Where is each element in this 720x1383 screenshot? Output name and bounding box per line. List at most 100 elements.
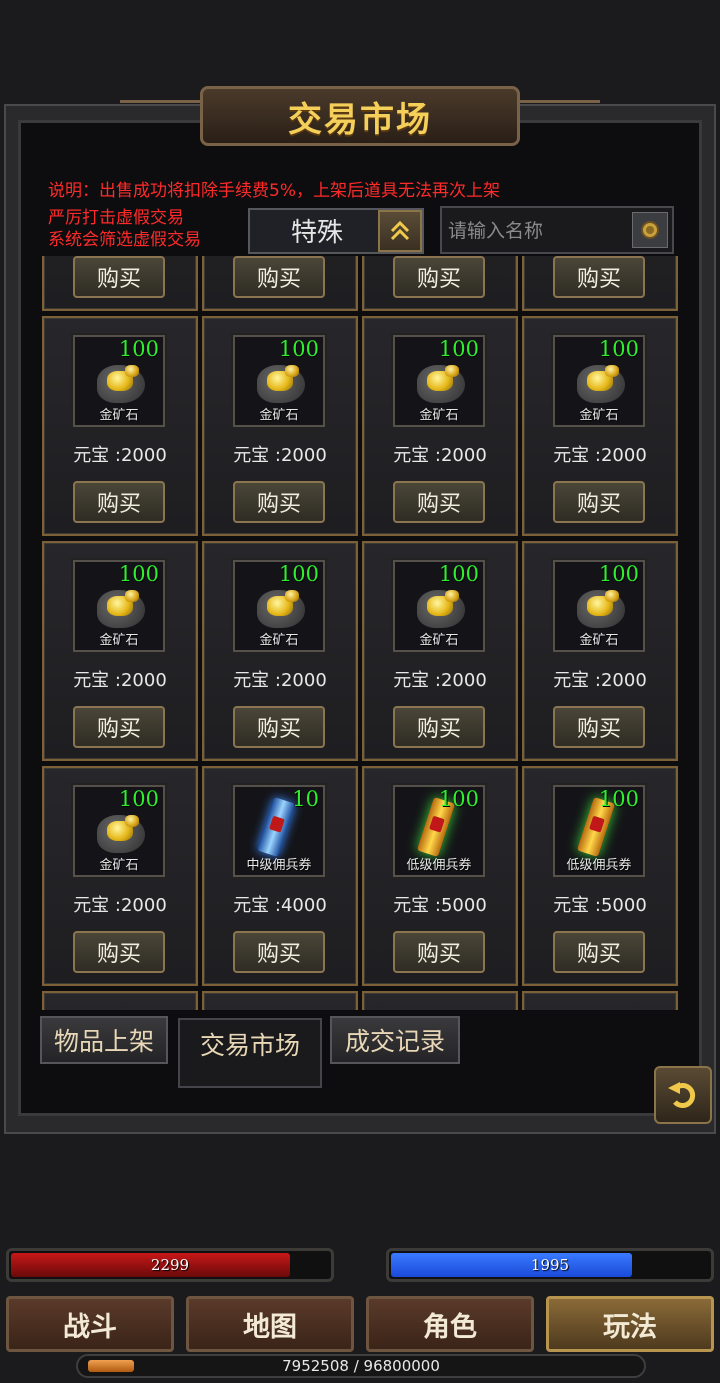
tab-list-item[interactable]: 物品上架 [40,1016,168,1064]
item-slot[interactable]: 10 中级佣兵券 [231,783,327,879]
gold-ore-icon [417,584,467,628]
item-quantity: 100 [438,562,479,586]
item-quantity: 100 [598,337,639,361]
gold-ore-icon [577,584,627,628]
item-card[interactable]: 100 金矿石 元宝 :2000 购买 [362,316,518,536]
item-slot[interactable]: 100 低级佣兵券 [391,783,487,879]
item-slot[interactable]: 100 金矿石 [231,558,327,654]
buy-button[interactable]: 购买 [553,706,645,748]
buy-button[interactable]: 购买 [73,481,165,523]
item-card[interactable]: 100 低级佣兵券元宝 :5000 购买 [362,766,518,986]
item-name: 金矿石 [579,408,619,423]
item-slot[interactable]: 100 金矿石 [71,558,167,654]
buy-button[interactable]: 购买 [553,931,645,973]
tab-trade-records[interactable]: 成交记录 [330,1016,460,1064]
item-card[interactable]: 100 金矿石 元宝 :2000 购买 [362,541,518,761]
tab-market[interactable]: 交易市场 [178,1018,322,1088]
title-plate: 交易市场 [200,86,520,146]
nav-label: 战斗 [63,1311,117,1343]
item-card[interactable]: 100 金矿石元宝 :2000 购买 [202,316,358,536]
category-toggle-button[interactable] [378,210,422,252]
item-name: 金矿石 [579,633,619,648]
nav-gameplay[interactable]: 玩法 [546,1296,714,1352]
buy-button[interactable]: 购买 [233,256,325,298]
tab-label: 成交记录 [344,1027,445,1056]
item-slot[interactable]: 100 金矿石 [231,333,327,429]
hp-value: 2299 [150,1256,190,1274]
item-quantity: 100 [118,562,159,586]
item-card-partial: 购买 [202,256,358,311]
item-name: 金矿石 [99,858,139,873]
item-grid[interactable]: 购买 购买 购买 购买 100 金矿石 元宝 :2000 购买 100 金矿石 元宝 :2000 购买… [38,256,682,1010]
item-card-partial: 购买 [522,256,678,311]
item-card[interactable]: 100 金矿石 元宝 :2000 购买 [42,541,198,761]
item-price: 元宝 :2000 [233,445,327,466]
item-slot[interactable]: 100 金矿石 [551,558,647,654]
buy-button[interactable]: 购买 [73,256,165,298]
tab-label: 物品上架 [53,1027,154,1056]
item-price: 元宝 :2000 [73,445,167,466]
item-card[interactable]: 100 金矿石 元宝 :2000 购买 [522,316,678,536]
page-title: 交易市场 [288,99,432,140]
item-card[interactable]: 100 金矿石元宝 :2000 购买 [202,541,358,761]
buy-button[interactable]: 购买 [393,706,485,748]
buy-button[interactable]: 购买 [393,481,485,523]
item-slot[interactable]: 100 金矿石 [551,333,647,429]
item-slot[interactable]: 100 金矿石 [391,558,487,654]
fraud-filter-notice: 系统会筛选虚假交易 [48,230,201,250]
buy-button[interactable]: 购买 [393,931,485,973]
exp-value: 7952508 / 96800000 [282,1357,440,1375]
item-card-partial [42,991,198,1010]
item-quantity: 100 [278,337,319,361]
buy-button[interactable]: 购买 [393,256,485,298]
buy-button[interactable]: 购买 [233,706,325,748]
hp-bar: 2299 [6,1248,334,1282]
item-slot[interactable]: 100 低级佣兵券 [551,783,647,879]
buy-button[interactable]: 购买 [233,931,325,973]
item-card[interactable]: 100 金矿石 元宝 :2000 购买 [42,766,198,986]
gold-ore-icon [577,359,627,403]
item-name: 金矿石 [99,633,139,648]
gold-ore-icon [97,584,147,628]
nav-battle[interactable]: 战斗 [6,1296,174,1352]
buy-button[interactable]: 购买 [553,256,645,298]
buy-button[interactable]: 购买 [73,931,165,973]
item-quantity: 100 [278,562,319,586]
item-quantity: 100 [438,787,479,811]
buy-button[interactable]: 购买 [73,706,165,748]
item-slot[interactable]: 100 金矿石 [391,333,487,429]
exp-bar: 7952508 / 96800000 [76,1354,646,1378]
buy-button[interactable]: 购买 [233,481,325,523]
item-price: 元宝 :5000 [393,895,487,916]
fraud-warning: 严厉打击虚假交易 [48,208,184,228]
search-button[interactable] [632,212,668,248]
buy-button[interactable]: 购买 [553,481,645,523]
item-card-partial [362,991,518,1010]
blue-scroll-icon [256,796,296,858]
double-chevron-up-icon [390,220,410,241]
title-wing-left [120,100,210,125]
item-card[interactable]: 100 低级佣兵券元宝 :5000 购买 [522,766,678,986]
fee-notice: 说明：出售成功将扣除手续费5%，上架后道具无法再次上架 [48,181,500,201]
item-quantity: 100 [118,337,159,361]
back-button[interactable] [654,1066,712,1124]
item-card[interactable]: 100 金矿石元宝 :2000 购买 [42,316,198,536]
item-price: 元宝 :2000 [233,670,327,691]
item-name: 低级佣兵券 [406,858,472,873]
item-card[interactable]: 100 金矿石 元宝 :2000 购买 [522,541,678,761]
item-quantity: 100 [598,787,639,811]
gold-ore-icon [97,359,147,403]
category-filter-value[interactable]: 特殊 [262,212,372,248]
nav-character[interactable]: 角色 [366,1296,534,1352]
item-card-partial: 购买 [362,256,518,311]
item-name: 金矿石 [419,408,459,423]
item-slot[interactable]: 100 金矿石 [71,333,167,429]
item-price: 元宝 :5000 [553,895,647,916]
item-card-partial [202,991,358,1010]
item-quantity: 10 [292,787,319,811]
search-input[interactable] [446,212,630,250]
item-slot[interactable]: 100 金矿石 [71,783,167,879]
item-card[interactable]: 10 中级佣兵券 元宝 :4000 购买 [202,766,358,986]
item-card-partial [522,991,678,1010]
nav-map[interactable]: 地图 [186,1296,354,1352]
